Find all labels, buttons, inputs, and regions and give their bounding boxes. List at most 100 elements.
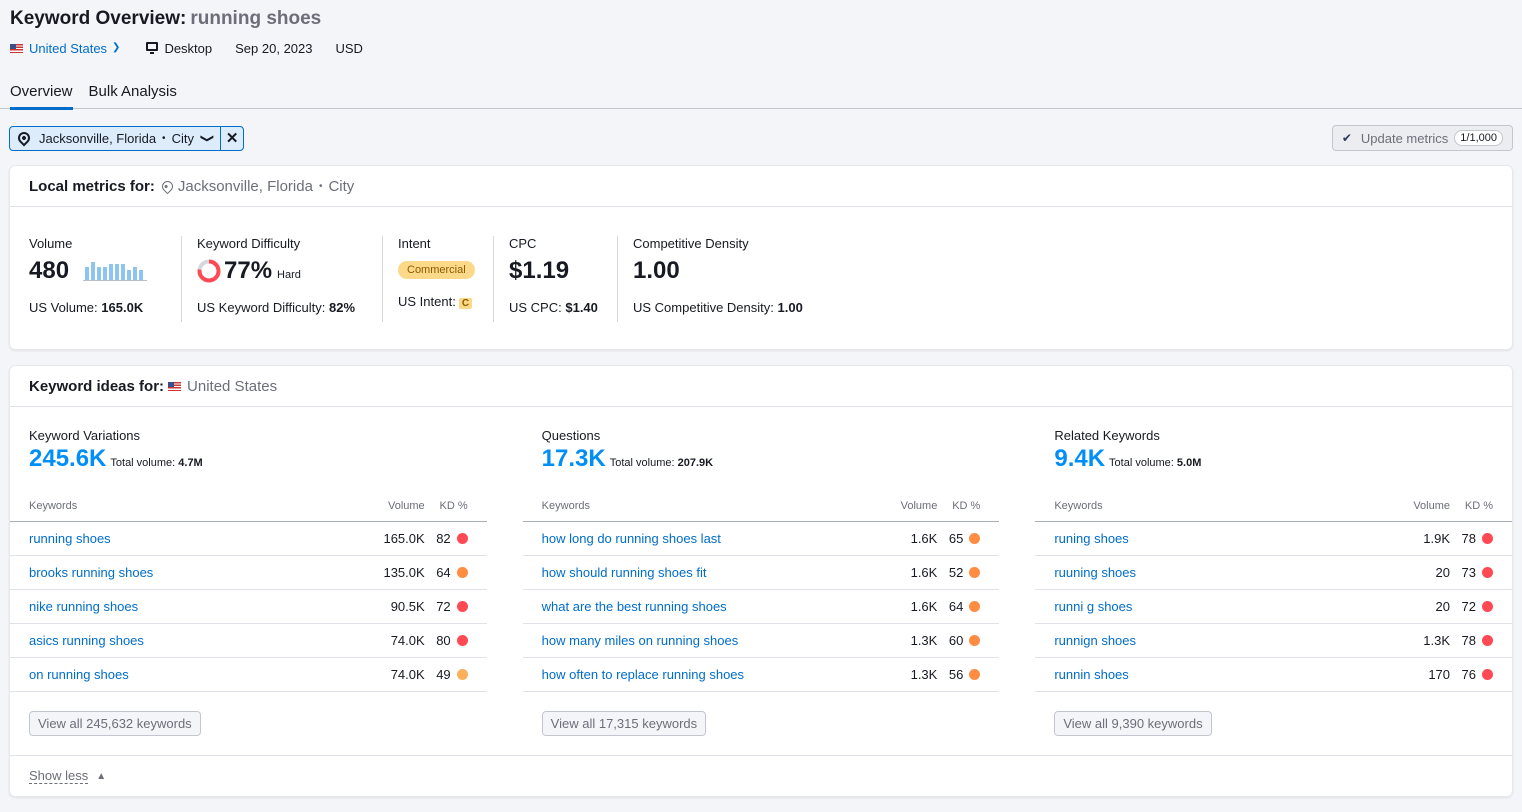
keyword-volume: 74.0K <box>390 667 425 682</box>
header-meta: United States ❯ Desktop Sep 20, 2023 USD <box>10 39 1512 57</box>
view-all-keywords-button[interactable]: View all 9,390 keywords <box>1054 711 1212 736</box>
kd-indicator-dot-icon <box>1482 567 1494 578</box>
metric-keyword-difficulty: Keyword Difficulty 77% Hard US Keyword D… <box>197 236 383 322</box>
keyword-kd-value: 76 <box>1461 667 1477 682</box>
sparkline-bar <box>103 267 108 280</box>
cpc-value: $1.19 <box>509 257 570 284</box>
table-row: how long do running shoes last 1.6K 65 <box>522 522 1000 556</box>
ideas-count[interactable]: 17.3K <box>542 445 606 473</box>
kd-indicator-dot-icon <box>969 533 981 544</box>
chevron-down-icon: ❯ <box>199 133 215 143</box>
sparkline-bar <box>85 267 90 280</box>
table-row: runni g shoes 20 72 <box>1035 590 1513 624</box>
keyword-kd: 78 <box>1450 633 1512 648</box>
kd-indicator-dot-icon <box>1482 669 1494 680</box>
location-filter-label: Jacksonville, Florida <box>39 130 157 146</box>
cpc-label: CPC <box>509 236 537 251</box>
keyword-link[interactable]: asics running shoes <box>29 633 345 648</box>
volume-trend-sparkline[interactable] <box>83 259 148 281</box>
update-metrics-button[interactable]: ✔ Update metrics 1/1,000 <box>1331 125 1513 151</box>
kd-value: 77% <box>224 257 273 284</box>
keyword-link[interactable]: runing shoes <box>1054 531 1370 546</box>
kd-indicator-dot-icon <box>969 567 981 578</box>
keyword-link[interactable]: how should running shoes fit <box>542 565 858 580</box>
view-all-keywords-button[interactable]: View all 17,315 keywords <box>541 711 707 736</box>
clear-location-button[interactable]: ✕ <box>221 127 243 150</box>
page-header: Keyword Overview: running shoes United St… <box>0 0 1522 57</box>
kd-level: Hard <box>277 269 301 281</box>
keyword-link[interactable]: runnin shoes <box>1054 667 1370 682</box>
keyword-link[interactable]: how long do running shoes last <box>542 531 858 546</box>
location-filter-dropdown[interactable]: Jacksonville, Florida • City ❯ <box>10 126 222 150</box>
table-row: how often to replace running shoes 1.3K … <box>522 658 1000 692</box>
update-metrics-count-badge: 1/1,000 <box>1454 130 1503 146</box>
table-row: runnin shoes 170 76 <box>1035 658 1513 692</box>
keyword-kd: 80 <box>425 633 487 648</box>
location-pin-icon <box>159 178 176 194</box>
density-value: 1.00 <box>633 257 680 284</box>
page-title: Keyword Overview: running shoes <box>10 8 1512 30</box>
ideas-table-header: Keywords Volume KD % <box>1035 500 1513 522</box>
metric-competitive-density: Competitive Density 1.00 US Competitive … <box>633 236 873 322</box>
keyword-kd-value: 49 <box>436 667 451 682</box>
ideas-count[interactable]: 245.6K <box>29 445 106 473</box>
keyword-link[interactable]: runni g shoes <box>1054 599 1370 614</box>
sparkline-bar <box>97 267 102 280</box>
keyword-ideas-card: Keyword ideas for: United States Keyword… <box>9 365 1513 797</box>
view-all-keywords-button[interactable]: View all 245,632 keywords <box>29 711 201 736</box>
sparkline-bar <box>139 270 144 280</box>
keyword-kd-value: 56 <box>948 667 964 682</box>
us-density-value: 1.00 <box>777 300 803 315</box>
us-volume-label: US Volume: <box>29 300 98 315</box>
device-label: Desktop <box>164 40 213 56</box>
ideas-count-row: 245.6K Total volume: 4.7M <box>29 445 487 473</box>
keyword-kd-value: 78 <box>1461 633 1477 648</box>
table-row: how should running shoes fit 1.6K 52 <box>522 556 1000 590</box>
database-label: United States <box>29 40 108 56</box>
tab-bulk-analysis[interactable]: Bulk Analysis <box>89 83 177 109</box>
keyword-link[interactable]: how often to replace running shoes <box>542 667 858 682</box>
keyword-link[interactable]: on running shoes <box>29 667 345 682</box>
keyword-kd: 49 <box>425 667 487 682</box>
total-volume-label: Total volume: <box>1109 457 1174 469</box>
keyword-volume: 1.3K <box>910 633 938 648</box>
keyword-link[interactable]: runnign shoes <box>1054 633 1370 648</box>
kd-indicator-dot-icon <box>456 567 468 578</box>
keyword-kd: 72 <box>1450 599 1512 614</box>
column-header-kd: KD % <box>952 500 981 512</box>
volume-label: Volume <box>29 236 73 251</box>
keyword-link[interactable]: how many miles on running shoes <box>542 633 858 648</box>
database-selector[interactable]: United States ❯ <box>10 41 120 56</box>
kd-label: Keyword Difficulty <box>197 236 301 251</box>
keyword-kd-value: 65 <box>948 531 964 546</box>
kd-indicator-dot-icon <box>1482 635 1494 646</box>
keyword-link[interactable]: what are the best running shoes <box>542 599 858 614</box>
us-intent-label: US Intent: <box>398 294 456 309</box>
kd-indicator-dot-icon <box>456 533 468 544</box>
sparkline-bar <box>121 264 126 280</box>
local-metrics-location: Jacksonville, Florida • City <box>159 178 354 195</box>
keyword-ideas-database-label: United States <box>187 377 278 395</box>
keyword-kd: 73 <box>1450 565 1512 580</box>
keyword-link[interactable]: running shoes <box>29 531 345 546</box>
keyword-link[interactable]: ruuning shoes <box>1054 565 1370 580</box>
keyword-ideas-heading: Keyword ideas for: <box>29 377 165 395</box>
keyword-kd: 56 <box>937 667 999 682</box>
local-metrics-header: Local metrics for: Jacksonville, Florida… <box>10 166 1512 207</box>
sparkline-bar <box>127 270 132 280</box>
us-kd: US Keyword Difficulty: 82% <box>197 300 367 315</box>
ideas-count[interactable]: 9.4K <box>1054 445 1105 473</box>
keyword-link[interactable]: brooks running shoes <box>29 565 345 580</box>
ideas-count-row: 17.3K Total volume: 207.9K <box>542 445 1000 473</box>
table-row: asics running shoes 74.0K 80 <box>10 624 487 658</box>
ideas-count-row: 9.4K Total volume: 5.0M <box>1054 445 1512 473</box>
keyword-kd-value: 64 <box>948 599 964 614</box>
total-volume-value: 5.0M <box>1176 457 1202 469</box>
show-less-link[interactable]: Show less <box>29 768 89 784</box>
us-intent-badge: C <box>458 298 473 309</box>
ideas-table: Keywords Volume KD % running shoes 165.0… <box>10 500 487 692</box>
ideas-table-header: Keywords Volume KD % <box>522 500 1000 522</box>
column-header-keywords: Keywords <box>541 500 590 512</box>
keyword-link[interactable]: nike running shoes <box>29 599 345 614</box>
tab-overview[interactable]: Overview <box>10 83 73 110</box>
